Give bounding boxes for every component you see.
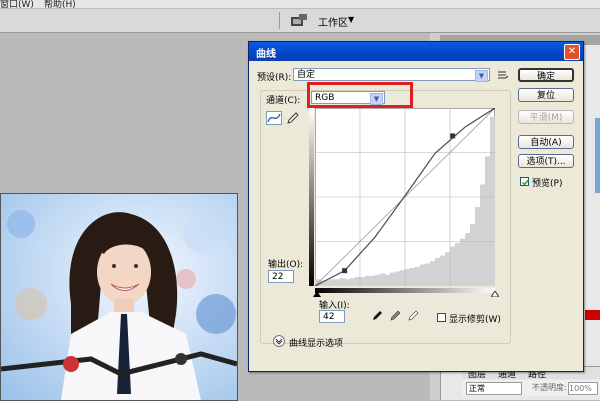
- options-separator: [279, 12, 280, 29]
- histogram-bar: [475, 207, 481, 286]
- chevron-down-icon[interactable]: ▼: [348, 15, 354, 24]
- histogram-bar: [395, 271, 401, 286]
- histogram-bar: [435, 257, 441, 286]
- reset-button[interactable]: 复位: [518, 88, 574, 102]
- photo-image: [1, 194, 237, 400]
- gray-eyedropper-icon[interactable]: [390, 309, 402, 324]
- output-label: 输出(O):: [268, 260, 304, 270]
- histogram-bar: [490, 116, 495, 286]
- dialog-title: 曲线: [256, 49, 276, 60]
- histogram-bar: [350, 278, 356, 286]
- auto-button[interactable]: 自动(A): [518, 135, 574, 149]
- show-clipping-label: 显示修剪(W): [449, 315, 501, 325]
- curve-tool-icon: [267, 113, 281, 123]
- show-clipping-checkbox[interactable]: [437, 313, 446, 322]
- histogram-bar: [425, 263, 431, 286]
- histogram-bar: [420, 264, 426, 286]
- curves-dialog: 曲线 ✕ 预设(R): 自定 ▼ 通道(C): RGB ▼ 输出(O): 22 …: [248, 41, 584, 372]
- smooth-button[interactable]: 平滑(M): [518, 110, 574, 124]
- histogram-bar: [360, 276, 366, 286]
- histogram-bar: [355, 276, 361, 286]
- pencil-icon[interactable]: [286, 111, 300, 125]
- checkmark-icon: [522, 179, 530, 186]
- input-gradient-bar: [315, 288, 495, 293]
- histogram-bar: [430, 261, 436, 286]
- close-button[interactable]: ✕: [564, 44, 580, 60]
- histogram-bar: [470, 223, 476, 286]
- preset-options-icon[interactable]: [497, 70, 509, 80]
- curve-graph[interactable]: [315, 108, 495, 286]
- histogram-bar: [465, 233, 471, 286]
- preview-checkbox[interactable]: [520, 177, 530, 186]
- preset-label: 预设(R):: [257, 73, 292, 83]
- histogram-bar: [340, 278, 346, 286]
- expand-chevron-icon[interactable]: [273, 335, 285, 347]
- histogram-bar: [325, 280, 331, 286]
- histogram-bar: [335, 279, 341, 286]
- histogram-bar: [380, 273, 386, 286]
- preview-label: 预览(P): [532, 179, 563, 189]
- output-gradient-bar: [309, 108, 314, 286]
- histogram-bar: [440, 255, 446, 286]
- histogram-bar: [405, 269, 411, 286]
- histogram-bar: [480, 184, 486, 286]
- histogram-bar: [375, 274, 381, 286]
- curve-control-point[interactable]: [450, 133, 456, 139]
- chevron-down-icon: ▼: [475, 70, 488, 82]
- navigator-thumbnail: [595, 118, 600, 193]
- workspace-icon[interactable]: [290, 13, 308, 27]
- highlight-box: [307, 82, 413, 108]
- histogram-bar: [450, 246, 456, 286]
- histogram-bar: [455, 243, 461, 286]
- histogram-bar: [410, 267, 416, 286]
- menu-bar: 窗口(W) 帮助(H): [0, 0, 600, 10]
- histogram-bar: [370, 275, 376, 286]
- histogram-bar: [460, 238, 466, 286]
- input-field[interactable]: 42: [319, 310, 345, 323]
- layers-options-row: 正常 不透明度: 100%: [462, 380, 600, 396]
- preset-value: 自定: [297, 70, 316, 80]
- output-field[interactable]: 22: [268, 270, 294, 283]
- opacity-label: 不透明度:: [532, 383, 567, 392]
- curve-point-tool[interactable]: [266, 111, 282, 125]
- histogram-bar: [365, 275, 371, 286]
- opacity-input[interactable]: 100%: [568, 382, 598, 395]
- histogram-bar: [330, 279, 336, 286]
- options-bar: 工作区 ▼: [0, 9, 600, 33]
- histogram-bar: [345, 279, 351, 286]
- curve-control-point[interactable]: [342, 268, 348, 274]
- channel-label: 通道(C):: [266, 96, 301, 106]
- document-canvas: [0, 193, 238, 401]
- black-eyedropper-icon[interactable]: [372, 309, 384, 324]
- histogram-bar: [390, 272, 396, 286]
- histogram-bar: [485, 156, 491, 286]
- white-eyedropper-icon[interactable]: [408, 309, 420, 324]
- histogram-bar: [385, 274, 391, 286]
- options-button[interactable]: 选项(T)...: [518, 154, 574, 168]
- histogram-bar: [415, 266, 421, 286]
- workspace-label[interactable]: 工作区: [318, 14, 348, 29]
- histogram-bar: [445, 252, 451, 286]
- black-point-slider-icon[interactable]: [313, 291, 321, 297]
- curve-display-options[interactable]: 曲线显示选项: [289, 336, 343, 349]
- ok-button[interactable]: 确定: [518, 68, 574, 82]
- blend-mode-select[interactable]: 正常: [466, 382, 522, 395]
- histogram-bar: [400, 270, 406, 286]
- color-swatch: [585, 310, 600, 320]
- white-point-slider-icon[interactable]: [491, 291, 499, 297]
- preset-select[interactable]: 自定 ▼: [293, 68, 490, 82]
- dialog-titlebar[interactable]: 曲线 ✕: [249, 42, 583, 61]
